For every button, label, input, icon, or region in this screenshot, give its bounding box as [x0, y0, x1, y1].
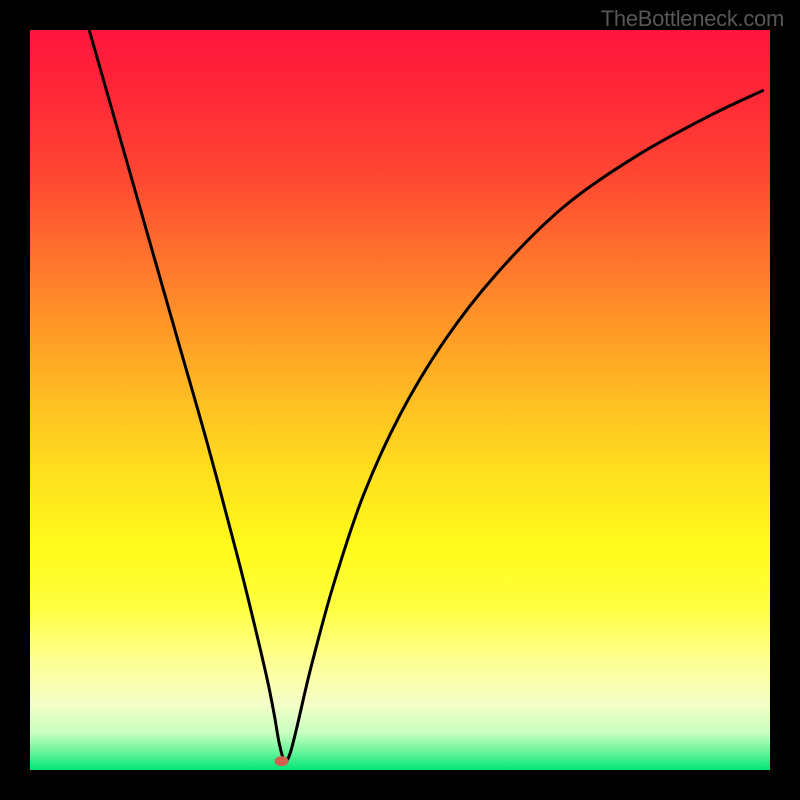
minimum-marker: [275, 756, 289, 766]
watermark-text: TheBottleneck.com: [601, 6, 784, 32]
chart-svg: [30, 30, 770, 770]
chart-frame: [30, 30, 770, 770]
gradient-background: [30, 30, 770, 770]
